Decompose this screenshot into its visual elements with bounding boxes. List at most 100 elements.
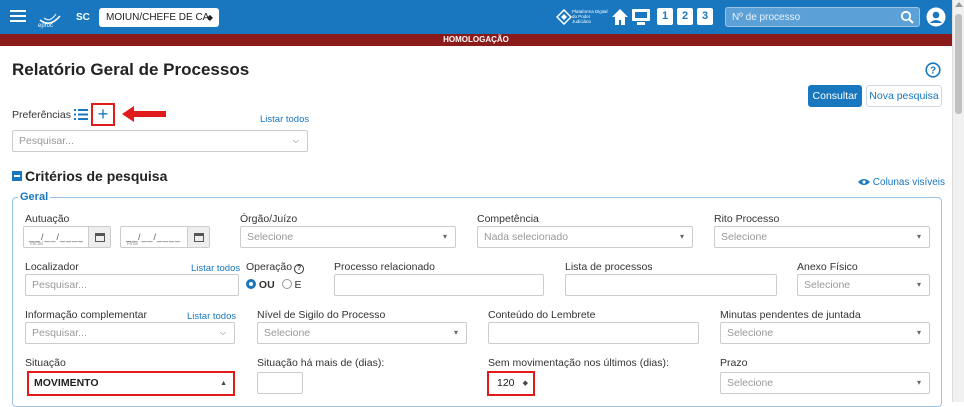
user-icon[interactable] xyxy=(926,7,946,27)
nivel-sigilo-value: Selecione xyxy=(264,327,311,339)
calendar-icon[interactable] xyxy=(88,227,110,247)
localizador-listar-todos-link[interactable]: Listar todos xyxy=(191,263,240,274)
autuacao-inicial-sub: Inicial xyxy=(30,241,43,247)
info-complementar-label: Informação complementar xyxy=(25,309,147,321)
processo-relacionado-input[interactable] xyxy=(334,274,544,296)
listar-todos-link[interactable]: Listar todos xyxy=(260,114,309,125)
caret-down-icon: ▾ xyxy=(679,232,684,241)
minutas-label: Minutas pendentes de juntada xyxy=(720,309,861,321)
operacao-label-text: Operação xyxy=(246,261,293,273)
preferencias-label: Preferências xyxy=(12,109,71,121)
criterios-header[interactable]: Critérios de pesquisa xyxy=(12,168,167,184)
eye-icon xyxy=(858,179,870,185)
platform-logo-text: Plataforma Digital do Poder Judiciário xyxy=(572,9,608,24)
monitor-icon[interactable] xyxy=(631,8,651,26)
autuacao-inicial-input[interactable]: __/__/____ Inicial xyxy=(23,226,111,248)
conteudo-lembrete-input[interactable] xyxy=(488,322,699,344)
profile-select[interactable]: MOIUN/CHEFE DE CA ◆ xyxy=(99,8,219,27)
calendar-icon[interactable] xyxy=(187,227,209,247)
nivel-sigilo-label: Nível de Sigilo do Processo xyxy=(257,309,386,321)
process-search-input[interactable] xyxy=(726,8,896,26)
caret-up-icon: ▲ xyxy=(220,380,227,387)
stepper-arrows-icon[interactable]: ◆ xyxy=(523,373,528,394)
nova-pesquisa-button[interactable]: Nova pesquisa xyxy=(866,85,942,107)
chevron-down-icon: ⌵ xyxy=(292,136,299,145)
preferencias-select[interactable]: Pesquisar... ⌵ xyxy=(12,130,308,152)
page-scrollbar[interactable] xyxy=(952,0,964,402)
orgao-value: Selecione xyxy=(247,231,294,243)
situacao-ha-mais-input[interactable] xyxy=(257,372,303,394)
select-arrows-icon: ◆ xyxy=(206,13,213,22)
info-complementar-placeholder: Pesquisar... xyxy=(32,327,87,339)
rito-label: Rito Processo xyxy=(714,213,780,225)
minutas-select[interactable]: Selecione ▾ xyxy=(720,322,930,344)
criterios-title: Critérios de pesquisa xyxy=(25,168,168,184)
nivel-sigilo-select[interactable]: Selecione ▾ xyxy=(257,322,467,344)
situacao-select[interactable]: MOVIMENTO ▲ xyxy=(27,371,235,396)
state-label: SC xyxy=(76,12,90,23)
home-icon[interactable] xyxy=(611,8,629,26)
autuacao-final-input[interactable]: __/__/____ Final xyxy=(120,226,210,248)
collapse-icon[interactable] xyxy=(12,171,22,181)
lista-processos-input[interactable] xyxy=(565,274,777,296)
prazo-value: Selecione xyxy=(727,377,774,389)
lista-processos-label: Lista de processos xyxy=(565,261,653,273)
profile-select-value: MOIUN/CHEFE DE CA xyxy=(106,12,210,23)
conteudo-lembrete-label: Conteúdo do Lembrete xyxy=(488,309,596,321)
competencia-select[interactable]: Nada selecionado ▾ xyxy=(477,226,693,248)
menu-icon[interactable] xyxy=(10,10,26,23)
anexo-fisico-label: Anexo Físico xyxy=(797,261,858,273)
radio-e[interactable] xyxy=(281,279,292,289)
help-icon[interactable]: ? xyxy=(925,62,941,78)
localizador-placeholder: Pesquisar... xyxy=(32,279,87,291)
caret-down-icon: ▾ xyxy=(916,328,921,337)
rito-select[interactable]: Selecione ▾ xyxy=(714,226,930,248)
operacao-options: OU E xyxy=(246,279,302,291)
radio-ou[interactable] xyxy=(246,279,256,289)
sem-movimentacao-label: Sem movimentação nos últimos (dias): xyxy=(488,357,669,369)
anexo-fisico-select[interactable]: Selecione ▾ xyxy=(797,274,930,296)
process-search xyxy=(725,7,920,27)
add-preference-button[interactable]: + xyxy=(91,103,115,126)
localizador-label: Localizador xyxy=(25,261,79,273)
shortcut-button-2[interactable]: 2 xyxy=(677,8,693,25)
orgao-select[interactable]: Selecione ▾ xyxy=(240,226,456,248)
preferencias-placeholder: Pesquisar... xyxy=(19,135,74,147)
plus-icon: + xyxy=(97,104,109,124)
geral-legend: Geral xyxy=(18,191,51,203)
help-icon[interactable]: ? xyxy=(294,264,305,274)
localizador-input[interactable]: Pesquisar... xyxy=(25,274,239,296)
page-title: Relatório Geral de Processos xyxy=(12,60,250,79)
rito-value: Selecione xyxy=(721,231,768,243)
radio-ou-label: OU xyxy=(258,279,275,291)
shortcut-button-3[interactable]: 3 xyxy=(697,8,713,25)
info-complementar-listar-todos-link[interactable]: Listar todos xyxy=(187,311,236,322)
colunas-visiveis-label: Colunas visíveis xyxy=(872,177,946,188)
scrollbar-thumb[interactable] xyxy=(955,14,962,114)
prazo-select[interactable]: Selecione ▾ xyxy=(720,372,930,394)
situacao-label: Situação xyxy=(25,357,66,369)
orgao-label: Órgão/Juízo xyxy=(240,213,298,225)
colunas-visiveis-link[interactable]: Colunas visíveis xyxy=(858,177,945,188)
caret-down-icon: ▾ xyxy=(453,328,458,337)
search-icon[interactable] xyxy=(900,10,914,24)
sem-movimentacao-stepper[interactable]: 120 ◆ xyxy=(487,371,535,396)
caret-down-icon: ▾ xyxy=(916,378,921,387)
competencia-label: Competência xyxy=(477,213,539,225)
platform-logo-icon xyxy=(556,9,572,25)
autuacao-label: Autuação xyxy=(25,213,70,225)
autuacao-final-sub: Final xyxy=(127,241,138,247)
operacao-label: Operação? xyxy=(246,261,305,274)
prazo-label: Prazo xyxy=(720,357,748,369)
situacao-ha-mais-label: Situação há mais de (dias): xyxy=(257,357,385,369)
situacao-value: MOVIMENTO xyxy=(34,377,99,389)
scroll-up-icon[interactable] xyxy=(955,2,963,7)
chevron-down-icon: ⌵ xyxy=(219,328,226,337)
list-icon[interactable] xyxy=(74,109,88,120)
caret-down-icon: ▾ xyxy=(916,232,921,241)
info-complementar-select[interactable]: Pesquisar... ⌵ xyxy=(25,322,235,344)
consultar-button[interactable]: Consultar xyxy=(808,85,862,107)
competencia-value: Nada selecionado xyxy=(484,231,569,243)
shortcut-button-1[interactable]: 1 xyxy=(657,8,673,25)
environment-banner: HOMOLOGAÇÃO xyxy=(0,34,952,46)
